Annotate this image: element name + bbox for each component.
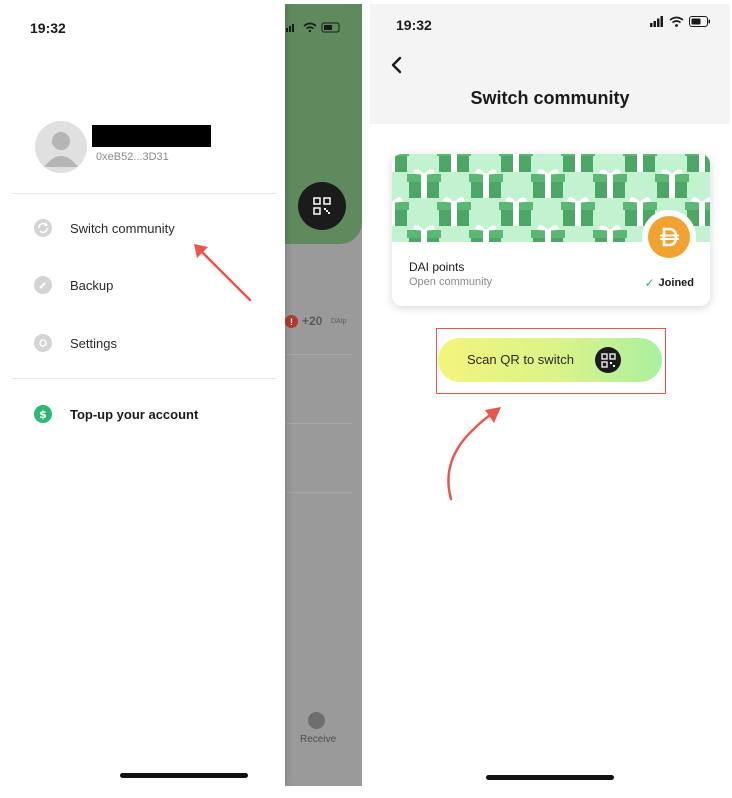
menu-item-label: Switch community — [70, 220, 175, 236]
menu-item-top-up[interactable]: $ Top-up your account — [34, 402, 198, 426]
dollar-icon: $ — [34, 405, 52, 423]
screen-header: 19:32 Switch community — [370, 4, 730, 124]
scan-qr-button[interactable]: Scan QR to switch — [438, 338, 662, 382]
person-icon — [44, 132, 78, 167]
annotation-arrow — [447, 407, 501, 501]
status-icons — [650, 16, 711, 27]
menu-item-switch-community[interactable]: Switch community — [34, 216, 175, 240]
status-time: 19:32 — [396, 17, 432, 33]
transaction-unit: DAIp — [331, 318, 347, 325]
left-phone-screen: ! +20 DAIp Receive 19:32 0xeB52...3D31 S… — [4, 4, 362, 786]
transaction-amount: +20 — [302, 314, 323, 328]
back-button[interactable] — [384, 52, 408, 78]
menu-item-settings[interactable]: Settings — [34, 331, 117, 355]
gear-icon — [34, 334, 52, 352]
page-title: Switch community — [470, 88, 630, 108]
qr-code-icon — [313, 197, 331, 215]
menu-item-label: Settings — [70, 335, 117, 351]
dai-token-icon — [648, 216, 690, 258]
transaction-alert-icon: ! — [285, 315, 298, 328]
status-time: 19:32 — [30, 20, 66, 36]
signal-icon — [650, 16, 663, 27]
list-divider — [286, 354, 352, 355]
scan-button-label: Scan QR to switch — [467, 352, 574, 367]
menu-item-backup[interactable]: Backup — [34, 273, 113, 297]
list-divider — [286, 492, 352, 493]
drawer-divider — [12, 378, 276, 379]
home-indicator — [486, 775, 614, 780]
community-card[interactable]: DAI points Open community ✓ Joined — [392, 154, 710, 306]
background-qr-button — [298, 182, 346, 230]
community-token-logo — [642, 210, 696, 264]
receive-label: Receive — [300, 734, 337, 745]
joined-label: Joined — [658, 277, 694, 289]
home-indicator — [120, 773, 248, 778]
chevron-left-icon — [391, 56, 402, 74]
menu-item-label: Top-up your account — [70, 406, 199, 422]
qr-code-icon — [595, 347, 621, 373]
switch-arrows-icon — [34, 219, 52, 237]
annotation-arrow — [194, 244, 252, 302]
username-redacted — [92, 125, 211, 147]
wifi-icon — [669, 16, 684, 27]
right-phone-screen: 19:32 Switch community DAI points Open c… — [370, 4, 730, 786]
svg-text:$: $ — [39, 408, 47, 420]
side-drawer: 19:32 0xeB52...3D31 Switch community Bac… — [4, 4, 285, 786]
avatar[interactable] — [35, 121, 87, 173]
list-divider — [286, 423, 352, 424]
pencil-icon — [34, 276, 52, 294]
background-status-icons — [286, 21, 350, 36]
joined-status: ✓ Joined — [644, 276, 694, 290]
battery-icon — [689, 16, 710, 27]
wallet-address: 0xeB52...3D31 — [96, 151, 169, 163]
receive-icon — [308, 712, 325, 729]
checkmark-icon: ✓ — [644, 276, 655, 290]
menu-item-label: Backup — [70, 277, 114, 293]
community-subtitle: Open community — [409, 276, 493, 288]
drawer-divider — [12, 193, 276, 194]
community-name: DAI points — [409, 260, 465, 274]
